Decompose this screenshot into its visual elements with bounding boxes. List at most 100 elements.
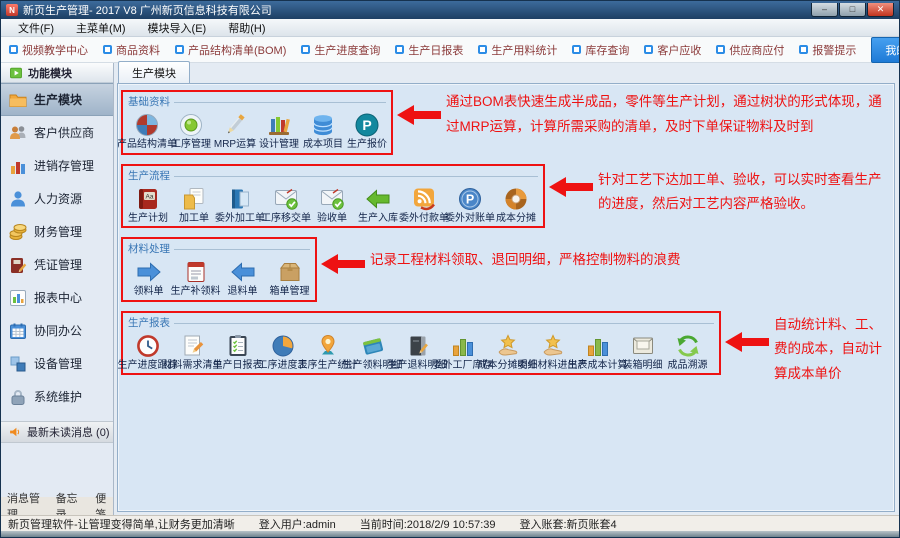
module-item-2-1[interactable]: 生产补领料 <box>172 256 219 298</box>
window-controls: – □ ✕ <box>811 3 894 17</box>
toolbar-item-9[interactable]: 报警提示 <box>799 42 856 58</box>
toolbar-item-label: 视频教学中心 <box>22 42 88 58</box>
module-item-3-10[interactable]: 生产成本计算 <box>575 330 620 372</box>
module-item-3-11[interactable]: 装箱明细 <box>620 330 665 372</box>
toolbar-item-4[interactable]: 生产日报表 <box>395 42 463 58</box>
toolbar-item-7[interactable]: 客户应收 <box>644 42 701 58</box>
daily-clipboard-icon <box>225 333 251 359</box>
checkbox-icon <box>572 45 581 54</box>
menu-item-0[interactable]: 文件(F) <box>7 20 65 36</box>
content-sections: 基础资料产品结构清单工序管理MRP运算设计管理成本项目P生产报价通过BOM表快速… <box>117 83 895 512</box>
toolbar-item-6[interactable]: 库存查询 <box>572 42 629 58</box>
section-2: 材料处理领料单生产补领料退料单箱单管理记录工程材料领取、退回明细，严格控制物料的… <box>121 237 891 302</box>
chart-icon <box>8 156 28 176</box>
sidebar-item-0[interactable]: 生产模块 <box>1 83 113 116</box>
module-item-1-4[interactable]: 验收单 <box>309 183 355 225</box>
module-item-2-2[interactable]: 退料单 <box>219 256 266 298</box>
unread-messages-bar[interactable]: 最新未读消息 (0) <box>1 421 113 443</box>
module-item-1-6[interactable]: 委外付款单 <box>401 183 447 225</box>
main-area: 生产模块 基础资料产品结构清单工序管理MRP运算设计管理成本项目P生产报价通过B… <box>114 63 899 515</box>
report-icon <box>8 288 28 308</box>
menu-item-3[interactable]: 帮助(H) <box>217 20 276 36</box>
calendar-icon <box>8 321 28 341</box>
module-item-0-3[interactable]: 设计管理 <box>257 109 301 151</box>
section-0: 基础资料产品结构清单工序管理MRP运算设计管理成本项目P生产报价通过BOM表快速… <box>121 90 891 155</box>
sidebar-item-2[interactable]: 进销存管理 <box>1 149 113 182</box>
menu-item-1[interactable]: 主菜单(M) <box>65 20 137 36</box>
module-item-1-2[interactable]: 委外加工单 <box>217 183 263 225</box>
section-modules: 领料单生产补领料退料单箱单管理 <box>125 256 313 298</box>
sidebar-item-label: 设备管理 <box>34 355 82 372</box>
sidebar-item-7[interactable]: 协同办公 <box>1 314 113 347</box>
section-red-box: 基础资料产品结构清单工序管理MRP运算设计管理成本项目P生产报价 <box>121 90 393 155</box>
my-workbench-button[interactable]: 我的工作台 <box>871 37 900 63</box>
sidebar-item-4[interactable]: 财务管理 <box>1 215 113 248</box>
module-item-3-2[interactable]: 生产日报表 <box>215 330 260 372</box>
tab-production-module[interactable]: 生产模块 <box>118 61 190 83</box>
legend-line <box>174 323 714 324</box>
module-item-2-3[interactable]: 箱单管理 <box>266 256 313 298</box>
sidebar-item-label: 生产模块 <box>34 91 82 108</box>
maximize-button[interactable]: □ <box>839 3 866 17</box>
sidebar-item-label: 财务管理 <box>34 223 82 240</box>
play-icon <box>9 66 23 80</box>
sidebar-item-5[interactable]: 凭证管理 <box>1 248 113 281</box>
bars-chart-icon <box>450 333 476 359</box>
sidebar-item-label: 客户供应商 <box>34 124 94 141</box>
module-item-3-12[interactable]: 成品溯源 <box>665 330 710 372</box>
module-item-3-1[interactable]: 材料需求清单 <box>170 330 215 372</box>
sidebar-item-1[interactable]: 客户供应商 <box>1 116 113 149</box>
legend-line <box>174 176 538 177</box>
toolbar-item-label: 客户应收 <box>657 42 701 58</box>
app-icon: N <box>6 4 18 16</box>
toolbar-item-8[interactable]: 供应商应付 <box>716 42 784 58</box>
toolbar-item-label: 生产用料统计 <box>491 42 557 58</box>
toolbar-item-0[interactable]: 视频教学中心 <box>9 42 88 58</box>
legend-line <box>174 102 386 103</box>
annotation-text: 针对工艺下达加工单、验收，可以实时查看生产的进度，然后对工艺内容严格验收。 <box>598 168 891 218</box>
toolbar-item-2[interactable]: 产品结构清单(BOM) <box>175 42 286 58</box>
toolbar-item-label: 产品结构清单(BOM) <box>188 42 286 58</box>
payment-rss-icon <box>411 186 437 212</box>
module-item-1-0[interactable]: Aa生产计划 <box>125 183 171 225</box>
module-item-1-7[interactable]: P委外对账单 <box>447 183 493 225</box>
section-modules: 生产进度跟踪材料需求清单生产日报表工序进度表工序生产统计生产领料明细生产退料明细… <box>125 330 717 372</box>
toolbar-item-3[interactable]: 生产进度查询 <box>301 42 380 58</box>
module-item-0-2[interactable]: MRP运算 <box>213 109 257 151</box>
packing-mail-icon <box>630 333 656 359</box>
svg-text:P: P <box>466 192 474 206</box>
module-item-0-4[interactable]: 成本项目 <box>301 109 345 151</box>
design-books-icon <box>266 112 292 138</box>
title-bar: N 新页生产管理- 2017 V8 广州新页信息科技有限公司 – □ ✕ <box>1 1 899 19</box>
module-item-1-3[interactable]: 工序移交单 <box>263 183 309 225</box>
module-item-1-1[interactable]: 加工单 <box>171 183 217 225</box>
section-modules: 产品结构清单工序管理MRP运算设计管理成本项目P生产报价 <box>125 109 389 151</box>
sidebar-item-3[interactable]: 人力资源 <box>1 182 113 215</box>
minimize-button[interactable]: – <box>811 3 838 17</box>
sidebar-item-label: 凭证管理 <box>34 256 82 273</box>
toolbar-item-label: 生产进度查询 <box>314 42 380 58</box>
toolbar-item-1[interactable]: 商品资料 <box>103 42 160 58</box>
close-button[interactable]: ✕ <box>867 3 894 17</box>
return-arrow-left-icon <box>230 259 256 285</box>
unread-messages-label: 最新未读消息 (0) <box>27 424 110 440</box>
sidebar-item-9[interactable]: 系统维护 <box>1 380 113 413</box>
stat-pin-icon <box>315 333 341 359</box>
module-label: 领料单 <box>122 286 176 298</box>
module-item-0-1[interactable]: 工序管理 <box>169 109 213 151</box>
sidebar-item-8[interactable]: 设备管理 <box>1 347 113 380</box>
module-item-0-0[interactable]: 产品结构清单 <box>125 109 169 151</box>
sidebar-item-6[interactable]: 报表中心 <box>1 281 113 314</box>
module-label: 箱单管理 <box>263 286 317 298</box>
module-item-2-0[interactable]: 领料单 <box>125 256 172 298</box>
section-title: 基础资料 <box>128 94 170 109</box>
module-item-1-5[interactable]: 生产入库 <box>355 183 401 225</box>
module-item-0-5[interactable]: P生产报价 <box>345 109 389 151</box>
speaker-icon <box>8 425 22 439</box>
module-item-1-8[interactable]: 成本分摊 <box>493 183 539 225</box>
menu-item-2[interactable]: 模块导入(E) <box>137 20 218 36</box>
toolbar-item-label: 报警提示 <box>812 42 856 58</box>
legend-line <box>174 249 310 250</box>
module-label: 成本分摊 <box>489 213 543 225</box>
toolbar-item-5[interactable]: 生产用料统计 <box>478 42 557 58</box>
